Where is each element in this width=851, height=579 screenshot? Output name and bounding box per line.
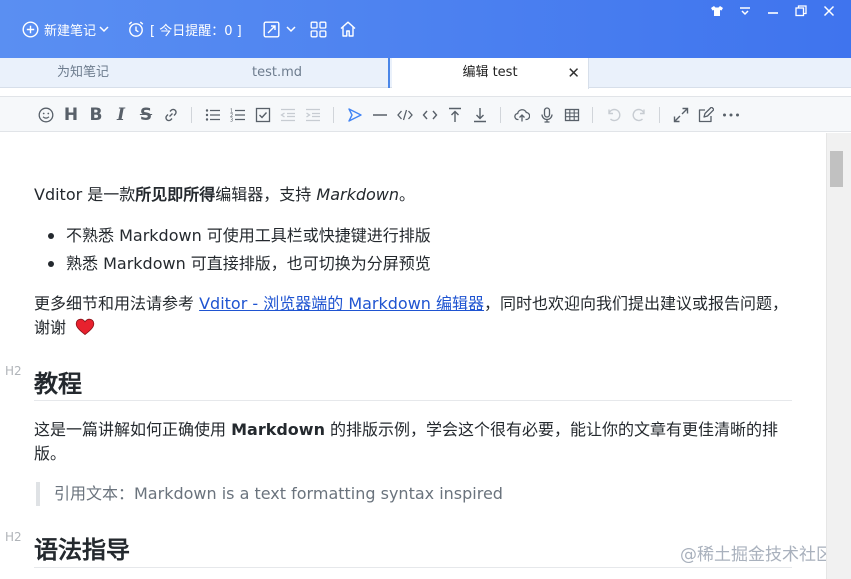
indent-icon[interactable] (303, 105, 323, 125)
checklist-icon[interactable] (253, 105, 273, 125)
home-button[interactable] (339, 20, 357, 38)
grid-icon (310, 21, 327, 38)
toolbar-divider (333, 107, 334, 123)
list-item: 熟悉 Markdown 可直接排版，也可切换为分屏预览 (66, 254, 431, 273)
tutorial-text: 这是一篇讲解如何正确使用 (34, 420, 232, 439)
heading-icon[interactable]: H (61, 105, 81, 125)
horizontal-rule-icon[interactable] (370, 105, 390, 125)
tab-label: 编辑 test (462, 65, 518, 80)
intro-text: 编辑器，支持 (215, 185, 317, 204)
tab-label: test.md (251, 65, 302, 80)
tutorial-bold: Markdown (231, 420, 325, 439)
ordered-list-icon[interactable]: 123 (228, 105, 248, 125)
heart-icon (75, 318, 95, 343)
home-icon (339, 20, 357, 38)
toolbar-divider (592, 107, 593, 123)
intro-text: 。 (399, 185, 416, 204)
alarm-clock-icon (127, 20, 145, 38)
resize-icon (263, 21, 280, 38)
heading-underline (34, 400, 792, 401)
quote-icon[interactable] (345, 105, 365, 125)
heading-syntax-guide: 语法指导 (34, 536, 130, 564)
microphone-icon[interactable] (537, 105, 557, 125)
insert-after-icon[interactable] (470, 105, 490, 125)
redo-icon[interactable] (629, 105, 649, 125)
title-bar: 新建笔记 [ 今日提醒：0 ] (0, 0, 851, 58)
tab-test-md[interactable]: test.md (166, 58, 390, 88)
table-icon[interactable] (562, 105, 582, 125)
strikethrough-icon[interactable]: S (136, 105, 156, 125)
heading-level-tag: H2 (5, 364, 22, 378)
list-item: 不熟悉 Markdown 可使用工具栏或快捷键进行排版 (66, 226, 431, 245)
intro-paragraph: Vditor 是一款所见即所得编辑器，支持 Markdown。 (34, 183, 415, 207)
more-icon[interactable] (721, 105, 741, 125)
tab-edit-test[interactable]: 编辑 test ✕ (392, 58, 589, 89)
reminder-label: [ 今日提醒：0 ] (150, 23, 242, 39)
chevron-down-icon (286, 25, 296, 33)
emoji-icon[interactable] (36, 105, 56, 125)
tab-wiznote[interactable]: 为知笔记 (0, 58, 166, 88)
more-paragraph-line2: 谢谢 (34, 316, 95, 343)
plus-circle-icon (22, 20, 39, 38)
inline-code-icon[interactable] (420, 105, 440, 125)
grid-button[interactable] (310, 21, 327, 38)
watermark: @稀土掘金技术社区 (680, 545, 833, 565)
fullscreen-icon[interactable] (671, 105, 691, 125)
more-text: 谢谢 (34, 318, 67, 337)
list-bullet (48, 233, 54, 239)
insert-before-icon[interactable] (445, 105, 465, 125)
upload-icon[interactable] (512, 105, 532, 125)
new-note-label: 新建笔记 (44, 23, 97, 39)
tutorial-paragraph-line2: 版。 (34, 444, 67, 463)
heading-underline (34, 567, 792, 568)
unordered-list-icon[interactable] (203, 105, 223, 125)
tab-bar: 为知笔记 test.md 编辑 test ✕ (0, 58, 851, 89)
tshirt-icon[interactable] (703, 2, 731, 20)
intro-italic: Markdown (316, 185, 400, 204)
editor-toolbar: H B I S 123 (0, 96, 851, 132)
outdent-icon[interactable] (278, 105, 298, 125)
code-block-icon[interactable] (395, 105, 415, 125)
minimize-icon[interactable] (759, 2, 787, 20)
new-note-button[interactable]: 新建笔记 (22, 20, 109, 39)
vditor-link[interactable]: Vditor - 浏览器端的 Markdown 编辑器 (199, 294, 484, 313)
bold-icon[interactable]: B (86, 105, 106, 125)
more-paragraph: 更多细节和用法请参考 Vditor - 浏览器端的 Markdown 编辑器，同… (34, 292, 788, 316)
tab-close-icon[interactable]: ✕ (567, 58, 580, 88)
svg-text:3: 3 (230, 118, 233, 124)
tutorial-text: 的排版示例，学会这个很有必要，能让你的文章有更佳清晰的排 (324, 420, 779, 439)
reminder-button[interactable]: [ 今日提醒：0 ] (127, 20, 245, 39)
heading-level-tag: H2 (5, 530, 22, 544)
vertical-scrollbar[interactable] (826, 133, 851, 579)
more-text: ，同时也欢迎向我们提出建议或报告问题， (484, 294, 789, 313)
intro-text: Vditor 是一款 (34, 185, 136, 204)
tutorial-paragraph: 这是一篇讲解如何正确使用 Markdown 的排版示例，学会这个很有必要，能让你… (34, 418, 778, 442)
link-icon[interactable] (161, 105, 181, 125)
intro-bold: 所见即所得 (135, 185, 216, 204)
toolbar-divider (659, 107, 660, 123)
close-icon[interactable] (815, 2, 843, 20)
toolbar-divider (500, 107, 501, 123)
undo-icon[interactable] (604, 105, 624, 125)
edit-mode-icon[interactable] (696, 105, 716, 125)
tab-label: 为知笔记 (56, 65, 109, 80)
dropdown-arrow-icon[interactable] (731, 2, 759, 20)
title-bar-actions: 新建笔记 [ 今日提醒：0 ] (22, 18, 375, 40)
chevron-down-icon (99, 25, 109, 33)
more-text: 更多细节和用法请参考 (34, 294, 200, 313)
list-bullet (48, 261, 54, 267)
restore-icon[interactable] (787, 2, 815, 20)
italic-icon[interactable]: I (111, 105, 131, 125)
resize-button[interactable] (263, 21, 296, 38)
heading-tutorial: 教程 (34, 370, 82, 398)
blockquote: 引用文本：Markdown is a text formatting synta… (36, 482, 503, 506)
window-controls (703, 2, 843, 20)
toolbar-divider (191, 107, 192, 123)
scrollbar-thumb[interactable] (830, 151, 843, 187)
